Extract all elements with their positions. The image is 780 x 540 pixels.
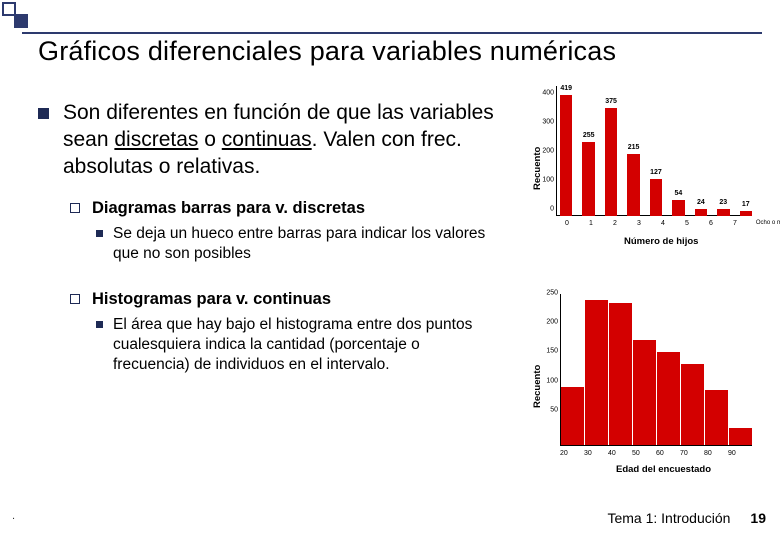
histogram-bar <box>609 303 633 445</box>
chart2-xlabel: Edad del encuestado <box>616 464 711 475</box>
bullet-outline-square-icon <box>70 203 80 213</box>
histogram-bar <box>705 390 729 445</box>
bar: 17 <box>740 211 752 216</box>
bar: 215 <box>627 154 639 216</box>
slide-footer: Tema 1: Introdución 19 <box>0 510 766 526</box>
page-number: 19 <box>750 510 766 526</box>
slide-body: Son diferentes en función de que las var… <box>38 100 508 401</box>
histogram-bar <box>585 300 609 445</box>
sub-body-2: El área que hay bajo el histograma entre… <box>113 315 493 375</box>
bar: 127 <box>650 179 662 216</box>
bullet-square-icon <box>38 108 49 119</box>
histogram-bar <box>633 340 657 445</box>
bar: 23 <box>717 209 729 216</box>
bar: 255 <box>582 142 594 216</box>
footer-text: Tema 1: Introdución <box>607 510 730 526</box>
bullet-small-square-icon <box>96 321 103 328</box>
bar: 24 <box>695 209 707 216</box>
histogram-continuous: Recuento 50100150200250 2030405060708090… <box>528 288 762 480</box>
bar: 375 <box>605 108 617 216</box>
bar: 419 <box>560 95 572 216</box>
main-bullet-text: Son diferentes en función de que las var… <box>63 100 508 181</box>
sub-heading-2: Histogramas para v. continuas <box>92 290 331 309</box>
chart2-plot-area <box>560 294 752 446</box>
slide-title: Gráficos diferenciales para variables nu… <box>38 36 616 67</box>
histogram-bar <box>561 387 585 445</box>
histogram-bar <box>729 428 752 445</box>
histogram-bar <box>681 364 705 445</box>
bar-chart-discrete: Recuento 0100200300400 41925537521512754… <box>528 80 762 252</box>
chart1-xlabel: Número de hijos <box>624 236 698 247</box>
bullet-outline-square-icon <box>70 294 80 304</box>
histogram-bar <box>657 352 681 445</box>
bar: 54 <box>672 200 684 216</box>
bullet-small-square-icon <box>96 230 103 237</box>
title-rule <box>22 32 762 34</box>
sub-body-1: Se deja un hueco entre barras para indic… <box>113 224 493 264</box>
sub-heading-1: Diagramas barras para v. discretas <box>92 199 365 218</box>
chart1-plot-area: 419 255 375 215 127 54 24 23 17 <box>556 86 752 216</box>
